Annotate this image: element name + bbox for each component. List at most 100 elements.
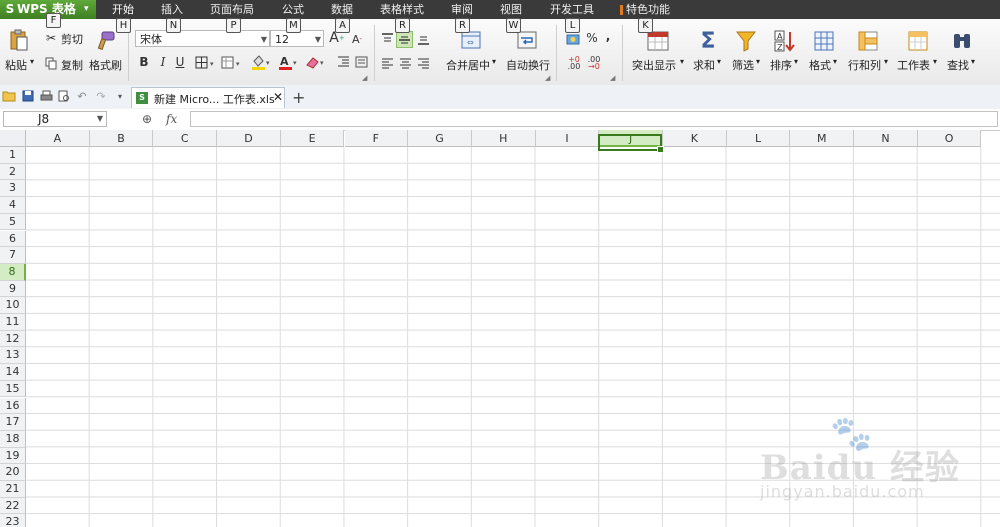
- column-header-c[interactable]: C: [153, 130, 218, 147]
- column-header-f[interactable]: F: [344, 130, 409, 147]
- row-header-16[interactable]: 16: [0, 397, 26, 415]
- row-header-21[interactable]: 21: [0, 481, 26, 498]
- chevron-down-icon[interactable]: ▾: [756, 57, 760, 66]
- find-button[interactable]: 查找: [947, 57, 969, 73]
- sum-button[interactable]: 求和: [693, 57, 715, 73]
- underline-button[interactable]: U: [173, 55, 187, 69]
- row-header-5[interactable]: 5: [0, 213, 26, 231]
- format-icon[interactable]: [813, 29, 835, 53]
- filter-icon[interactable]: [735, 29, 757, 53]
- paste-icon[interactable]: [8, 29, 30, 51]
- column-header-o[interactable]: O: [917, 130, 982, 147]
- print-preview-icon[interactable]: [57, 89, 71, 103]
- row-header-1[interactable]: 1: [0, 147, 26, 164]
- chevron-down-icon[interactable]: ▾: [717, 57, 721, 66]
- rows-columns-icon[interactable]: [857, 29, 879, 53]
- column-header-b[interactable]: B: [89, 130, 154, 147]
- row-header-13[interactable]: 13: [0, 347, 26, 365]
- number-group-launcher-icon[interactable]: ◢: [610, 74, 615, 82]
- merge-center-button[interactable]: 合并居中: [446, 57, 490, 73]
- align-top-icon[interactable]: [380, 32, 394, 46]
- conditional-format-button[interactable]: 突出显示: [632, 57, 676, 73]
- redo-icon[interactable]: ↷: [94, 89, 108, 103]
- copy-icon[interactable]: [44, 56, 58, 70]
- row-header-8[interactable]: 8: [0, 263, 26, 281]
- close-icon[interactable]: ✕: [273, 90, 283, 104]
- tab-formulas[interactable]: 公式: [282, 0, 304, 19]
- column-header-i[interactable]: I: [535, 130, 600, 147]
- font-settings-icon[interactable]: [354, 55, 368, 69]
- row-header-7[interactable]: 7: [0, 247, 26, 264]
- alignment-group-launcher-icon[interactable]: ◢: [545, 74, 550, 82]
- tab-developer[interactable]: 开发工具: [550, 0, 594, 19]
- worksheet-icon[interactable]: [907, 29, 929, 53]
- align-bottom-icon[interactable]: [416, 32, 430, 46]
- chevron-down-icon[interactable]: ▼: [97, 112, 103, 126]
- column-header-d[interactable]: D: [217, 130, 281, 147]
- row-header-9[interactable]: 9: [0, 280, 26, 298]
- undo-icon[interactable]: ↶: [75, 89, 89, 103]
- font-name-select[interactable]: 宋体 ▼: [135, 30, 270, 47]
- document-tab[interactable]: S 新建 Micro... 工作表.xls ✕: [131, 87, 285, 108]
- cell-style-icon[interactable]: ▾: [220, 55, 244, 69]
- tab-page-layout[interactable]: 页面布局: [210, 0, 254, 19]
- zoom-icon[interactable]: ⊕: [142, 112, 152, 126]
- row-header-14[interactable]: 14: [0, 364, 26, 381]
- column-header-a[interactable]: A: [26, 130, 90, 147]
- increase-decimal-icon[interactable]: +0.00: [565, 56, 583, 71]
- clear-format-icon[interactable]: ▾: [304, 54, 328, 70]
- column-header-n[interactable]: N: [854, 130, 918, 147]
- column-header-k[interactable]: K: [663, 130, 727, 147]
- chevron-down-icon[interactable]: ▾: [794, 57, 798, 66]
- paste-button[interactable]: 粘贴: [5, 57, 27, 73]
- worksheet-button[interactable]: 工作表: [897, 57, 930, 73]
- print-icon[interactable]: [39, 89, 53, 103]
- open-folder-icon[interactable]: [2, 89, 16, 103]
- format-painter-button[interactable]: 格式刷: [89, 57, 122, 73]
- font-group-launcher-icon[interactable]: ◢: [362, 74, 367, 82]
- row-header-11[interactable]: 11: [0, 314, 26, 331]
- select-all-corner[interactable]: [0, 130, 26, 147]
- fill-color-icon[interactable]: ▾: [250, 54, 274, 70]
- fill-handle[interactable]: [657, 146, 664, 153]
- align-left-icon[interactable]: [380, 56, 394, 70]
- italic-button[interactable]: I: [156, 55, 170, 69]
- row-header-3[interactable]: 3: [0, 180, 26, 198]
- column-header-e[interactable]: E: [280, 130, 345, 147]
- row-header-20[interactable]: 20: [0, 464, 26, 481]
- decrease-font-icon[interactable]: A-: [350, 31, 364, 47]
- row-header-2[interactable]: 2: [0, 163, 26, 181]
- column-header-g[interactable]: G: [408, 130, 472, 147]
- copy-button[interactable]: 复制: [61, 57, 83, 73]
- row-header-10[interactable]: 10: [0, 297, 26, 314]
- row-header-18[interactable]: 18: [0, 430, 26, 448]
- active-cell-j8[interactable]: [598, 134, 664, 153]
- binoculars-icon[interactable]: [951, 29, 973, 53]
- tab-review[interactable]: 审阅: [451, 0, 473, 19]
- chevron-down-icon[interactable]: ▾: [971, 57, 975, 66]
- tab-data[interactable]: 数据: [331, 0, 353, 19]
- row-header-12[interactable]: 12: [0, 330, 26, 348]
- sort-button[interactable]: 排序: [770, 57, 792, 73]
- chevron-down-icon[interactable]: ▾: [833, 57, 837, 66]
- tab-table-style[interactable]: 表格样式: [380, 0, 424, 19]
- formula-input[interactable]: [190, 111, 998, 127]
- tab-insert[interactable]: 插入: [161, 0, 183, 19]
- chevron-down-icon[interactable]: ▾: [933, 57, 937, 66]
- cut-button[interactable]: 剪切: [61, 31, 83, 47]
- chevron-down-icon[interactable]: ▾: [492, 57, 496, 66]
- sort-icon[interactable]: AZ: [774, 29, 796, 53]
- insert-function-button[interactable]: fx: [166, 112, 177, 126]
- percent-button[interactable]: %: [585, 31, 599, 45]
- row-header-19[interactable]: 19: [0, 447, 26, 465]
- column-header-h[interactable]: H: [471, 130, 536, 147]
- format-button[interactable]: 格式: [809, 57, 831, 73]
- border-icon[interactable]: ▾: [194, 55, 218, 69]
- decrease-decimal-icon[interactable]: .00 →0: [585, 56, 603, 71]
- row-header-4[interactable]: 4: [0, 197, 26, 214]
- paste-dropdown-icon[interactable]: ▾: [30, 57, 34, 66]
- rows-columns-button[interactable]: 行和列: [848, 57, 881, 73]
- row-header-22[interactable]: 22: [0, 497, 26, 515]
- bold-button[interactable]: B: [137, 55, 151, 69]
- align-right-icon[interactable]: [416, 56, 430, 70]
